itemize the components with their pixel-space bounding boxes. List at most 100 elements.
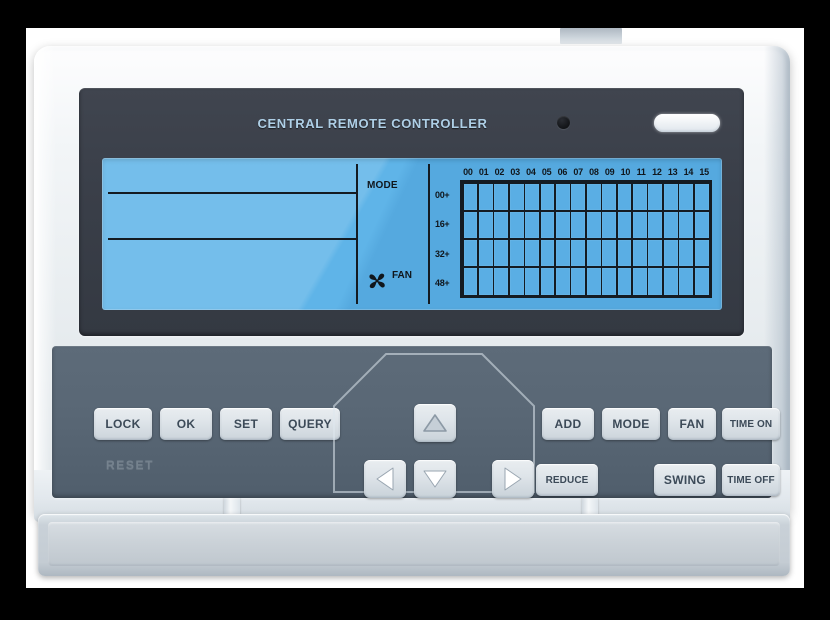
reset-label: RESET <box>106 458 155 472</box>
unit-grid-cell[interactable] <box>494 239 509 267</box>
unit-grid-cell[interactable] <box>648 239 663 267</box>
unit-grid-cell[interactable] <box>463 267 478 295</box>
unit-grid-cell[interactable] <box>571 211 586 239</box>
query-button[interactable]: QUERY <box>280 408 340 440</box>
unit-grid-cell[interactable] <box>463 211 478 239</box>
fan-icon <box>369 273 385 289</box>
unit-grid-row-headers: 00+ 16+ 32+ 48+ <box>434 180 460 298</box>
unit-grid-cell[interactable] <box>694 267 709 295</box>
unit-grid-cell[interactable] <box>509 211 524 239</box>
arrow-down-button[interactable] <box>414 460 456 498</box>
unit-grid-cell[interactable] <box>679 183 694 211</box>
unit-grid-cell[interactable] <box>617 183 632 211</box>
unit-grid-cell[interactable] <box>540 267 555 295</box>
unit-grid-cell[interactable] <box>509 183 524 211</box>
unit-grid-col-header: 06 <box>557 167 568 177</box>
unit-grid-col-header: 14 <box>683 167 694 177</box>
set-button[interactable]: SET <box>220 408 272 440</box>
unit-grid-cell[interactable] <box>586 211 601 239</box>
arrow-up-button[interactable] <box>414 404 456 442</box>
top-mounting-tab <box>560 28 622 44</box>
unit-grid-col-header: 12 <box>652 167 662 177</box>
unit-grid-cell[interactable] <box>602 239 617 267</box>
unit-grid-cell[interactable] <box>694 183 709 211</box>
unit-grid-col-header: 01 <box>478 167 489 177</box>
swing-button[interactable]: SWING <box>654 464 716 496</box>
lcd-screen[interactable]: MODE FAN 00 01 02 03 04 05 06 07 08 09 1… <box>102 158 722 310</box>
unit-grid-cell[interactable] <box>663 183 678 211</box>
unit-grid-cell[interactable] <box>555 267 570 295</box>
ok-button[interactable]: OK <box>160 408 212 440</box>
unit-grid-cell[interactable] <box>602 183 617 211</box>
lcd-fan-label: FAN <box>392 269 412 281</box>
unit-grid-cell[interactable] <box>648 211 663 239</box>
unit-grid-cell[interactable] <box>679 239 694 267</box>
unit-grid-cell[interactable] <box>463 183 478 211</box>
arrow-up-icon <box>423 414 447 432</box>
unit-grid-cell[interactable] <box>694 211 709 239</box>
unit-grid-cell[interactable] <box>555 211 570 239</box>
reduce-button[interactable]: REDUCE <box>536 464 598 496</box>
unit-grid-cell[interactable] <box>602 267 617 295</box>
unit-grid-cell[interactable] <box>525 183 540 211</box>
unit-grid-cell[interactable] <box>617 267 632 295</box>
mode-button[interactable]: MODE <box>602 408 660 440</box>
unit-grid-cell[interactable] <box>525 267 540 295</box>
unit-grid-cells[interactable] <box>460 180 712 298</box>
unit-grid-cell[interactable] <box>525 211 540 239</box>
unit-grid-cell[interactable] <box>663 211 678 239</box>
unit-grid-col-header: 02 <box>494 167 505 177</box>
unit-grid-cell[interactable] <box>602 211 617 239</box>
unit-grid-cell[interactable] <box>494 211 509 239</box>
unit-grid-cell[interactable] <box>555 183 570 211</box>
unit-grid-cell[interactable] <box>663 267 678 295</box>
unit-grid-cell[interactable] <box>571 267 586 295</box>
unit-grid-cell[interactable] <box>648 183 663 211</box>
unit-grid-cell[interactable] <box>632 183 647 211</box>
unit-grid-cell[interactable] <box>632 239 647 267</box>
unit-grid-cell[interactable] <box>586 239 601 267</box>
add-button[interactable]: ADD <box>542 408 594 440</box>
arrow-left-button[interactable] <box>364 460 406 498</box>
unit-grid-col-header: 11 <box>636 167 646 177</box>
unit-grid-cell[interactable] <box>586 183 601 211</box>
unit-grid-cell[interactable] <box>540 239 555 267</box>
unit-grid-column-headers: 00 01 02 03 04 05 06 07 08 09 10 11 12 13 14 15 <box>460 166 712 178</box>
unit-grid-cell[interactable] <box>679 211 694 239</box>
unit-grid-cell[interactable] <box>571 183 586 211</box>
unit-grid-col-header: 13 <box>667 167 678 177</box>
unit-grid-cell[interactable] <box>632 211 647 239</box>
arrow-right-button[interactable] <box>492 460 534 498</box>
fan-button[interactable]: FAN <box>668 408 716 440</box>
unit-grid-cell[interactable] <box>478 211 493 239</box>
unit-grid-cell[interactable] <box>463 239 478 267</box>
unit-grid-cell[interactable] <box>694 239 709 267</box>
unit-grid-cell[interactable] <box>478 239 493 267</box>
unit-grid-cell[interactable] <box>617 211 632 239</box>
unit-grid-col-header: 08 <box>589 167 599 177</box>
unit-grid-cell[interactable] <box>632 267 647 295</box>
lcd-content: MODE FAN 00 01 02 03 04 05 06 07 08 09 1… <box>108 164 716 304</box>
unit-grid-cell[interactable] <box>540 183 555 211</box>
unit-grid-cell[interactable] <box>586 267 601 295</box>
lock-button[interactable]: LOCK <box>94 408 152 440</box>
unit-grid-cell[interactable] <box>663 239 678 267</box>
unit-grid-cell[interactable] <box>540 211 555 239</box>
unit-grid-cell[interactable] <box>494 183 509 211</box>
unit-grid-cell[interactable] <box>648 267 663 295</box>
unit-grid-cell[interactable] <box>509 239 524 267</box>
time-off-button[interactable]: TIME OFF <box>722 464 780 496</box>
unit-grid-cell[interactable] <box>555 239 570 267</box>
unit-grid-cell[interactable] <box>679 267 694 295</box>
lcd-fan-group: FAN <box>364 268 412 294</box>
unit-grid-cell[interactable] <box>478 183 493 211</box>
time-on-button[interactable]: TIME ON <box>722 408 780 440</box>
unit-grid-cell[interactable] <box>478 267 493 295</box>
cover-flap[interactable] <box>38 514 790 576</box>
ir-sensor-dot <box>557 116 570 129</box>
unit-grid-cell[interactable] <box>509 267 524 295</box>
unit-grid-cell[interactable] <box>494 267 509 295</box>
unit-grid-cell[interactable] <box>571 239 586 267</box>
unit-grid-cell[interactable] <box>617 239 632 267</box>
unit-grid-cell[interactable] <box>525 239 540 267</box>
